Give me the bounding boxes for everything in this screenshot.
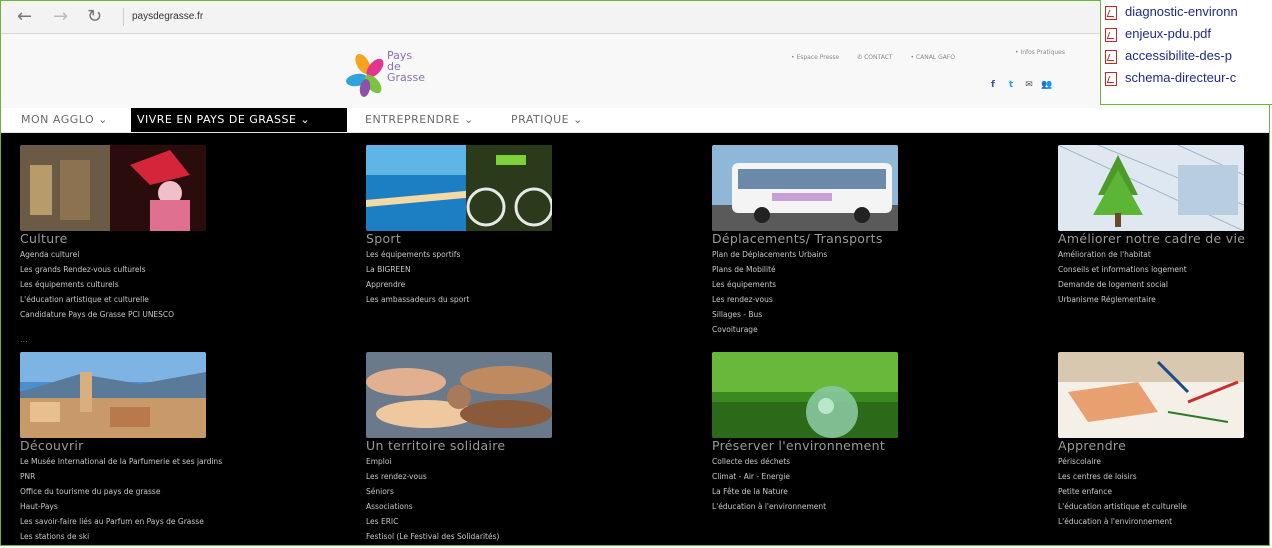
category-title-environnement[interactable]: Préserver l'environnement	[712, 438, 885, 453]
solidaire-image[interactable]	[366, 352, 552, 438]
menu-link[interactable]: L'éducation artistique et culturelle	[20, 292, 174, 307]
nav-entreprendre[interactable]: ENTREPRENDRE ⌄	[357, 108, 482, 132]
menu-link[interactable]: Plan de Déplacements Urbains	[712, 247, 827, 262]
pdf-icon	[1105, 6, 1117, 20]
menu-link[interactable]: Les centres de loisirs	[1058, 469, 1187, 484]
environnement-links: Collecte des déchets Climat - Air - Ener…	[712, 454, 826, 514]
menu-link[interactable]: Séniors	[366, 484, 499, 499]
menu-link[interactable]: Haut-Pays	[20, 499, 222, 514]
twitter-icon[interactable]: t	[1005, 79, 1017, 91]
menu-link[interactable]: Le Musée International de la Parfumerie …	[20, 454, 222, 469]
category-title-sport[interactable]: Sport	[366, 231, 401, 246]
transports-links: Plan de Déplacements Urbains Plans de Mo…	[712, 247, 827, 337]
infos-pratiques-link[interactable]: • Infos Pratiques	[1015, 49, 1065, 56]
decouvrir-links: Le Musée International de la Parfumerie …	[20, 454, 222, 544]
menu-link[interactable]: Les grands Rendez-vous culturels	[20, 262, 174, 277]
menu-link[interactable]: Candidature Pays de Grasse PCI UNESCO	[20, 307, 174, 322]
pdf-icon	[1105, 72, 1117, 86]
cadre-de-vie-links: Amélioration de l'habitat Conseils et in…	[1058, 247, 1187, 307]
contact-link[interactable]: ✆ CONTACT	[857, 54, 892, 61]
mega-menu: Culture Agenda culturel Les grands Rende…	[1, 133, 1269, 545]
menu-link[interactable]: Les ERIC	[366, 514, 499, 529]
menu-link[interactable]: Climat - Air - Energie	[712, 469, 826, 484]
category-title-solidaire[interactable]: Un territoire solidaire	[366, 438, 505, 453]
menu-link[interactable]: Plans de Mobilité	[712, 262, 827, 277]
culture-links: Agenda culturel Les grands Rendez-vous c…	[20, 247, 174, 322]
press-link[interactable]: • Espace Presse	[791, 54, 839, 61]
nav-vivre-en-pays-de-grasse[interactable]: VIVRE EN PAYS DE GRASSE ⌄	[131, 108, 347, 132]
pdf-icon	[1105, 50, 1117, 64]
menu-link[interactable]: Les ambassadeurs du sport	[366, 292, 469, 307]
menu-link[interactable]: Périscolaire	[1058, 454, 1187, 469]
reload-icon[interactable]: ↻	[87, 6, 102, 28]
menu-link[interactable]: Collecte des déchets	[712, 454, 826, 469]
menu-link[interactable]: Conseils et informations logement	[1058, 262, 1187, 277]
pdf-file-link[interactable]: enjeux-pdu.pdf	[1125, 26, 1211, 41]
top-links: • Espace Presse ✆ CONTACT • CANAL GAFO	[791, 54, 971, 61]
menu-link[interactable]: Agenda culturel	[20, 247, 174, 262]
canal-link[interactable]: • CANAL GAFO	[910, 54, 955, 61]
logo-wordmark: Pays de Grasse	[387, 49, 426, 84]
menu-link[interactable]: La BIGREEN	[366, 262, 469, 277]
menu-link[interactable]: Les savoir-faire liés au Parfum en Pays …	[20, 514, 222, 529]
menu-link[interactable]: L'éducation artistique et culturelle	[1058, 499, 1187, 514]
culture-image[interactable]	[20, 145, 206, 231]
category-title-transports[interactable]: Déplacements/ Transports	[712, 231, 883, 246]
site-header: Pays de Grasse • Espace Presse ✆ CONTACT…	[1, 34, 1269, 108]
menu-link[interactable]: L'éducation à l'environnement	[712, 499, 826, 514]
menu-link[interactable]: Petite enfance	[1058, 484, 1187, 499]
pdf-file-link[interactable]: diagnostic-environn	[1125, 4, 1238, 19]
category-title-culture[interactable]: Culture	[20, 231, 68, 246]
sport-image[interactable]	[366, 145, 552, 231]
category-title-cadre-de-vie[interactable]: Améliorer notre cadre de vie	[1058, 231, 1245, 246]
facebook-icon[interactable]: f	[987, 79, 999, 91]
menu-link[interactable]: Apprendre	[366, 277, 469, 292]
menu-link[interactable]: Les rendez-vous	[712, 292, 827, 307]
forward-icon[interactable]: →	[53, 6, 68, 28]
cadre-de-vie-image[interactable]	[1058, 145, 1244, 231]
menu-link[interactable]: L'éducation à l'environnement	[1058, 514, 1187, 529]
environnement-image[interactable]	[712, 352, 898, 438]
menu-link[interactable]: Les stations de ski	[20, 529, 222, 544]
nav-mon-agglo[interactable]: MON AGGLO ⌄	[13, 108, 116, 132]
people-icon[interactable]: 👥	[1041, 79, 1053, 91]
social-links: f t ✉ 👥	[987, 79, 1053, 91]
pdf-file-link[interactable]: accessibilite-des-p	[1125, 48, 1232, 63]
menu-link[interactable]: Festisol (Le Festival des Solidarités)	[366, 529, 499, 544]
transport-image[interactable]	[712, 145, 898, 231]
menu-link[interactable]: Les équipements culturels	[20, 277, 174, 292]
pdf-icon	[1105, 28, 1117, 42]
menu-link[interactable]: Associations	[366, 499, 499, 514]
menu-link[interactable]: Urbanisme Réglementaire	[1058, 292, 1187, 307]
menu-link[interactable]: Amélioration de l'habitat	[1058, 247, 1187, 262]
menu-link[interactable]: Sillages - Bus	[712, 307, 827, 322]
category-title-decouvrir[interactable]: Découvrir	[20, 438, 84, 453]
menu-link[interactable]: Les équipements	[712, 277, 827, 292]
pdf-file-link[interactable]: schema-directeur-c	[1125, 70, 1236, 85]
menu-link[interactable]: Les rendez-vous	[366, 469, 499, 484]
browser-toolbar: ← → ↻ paysdegrasse.fr	[1, 1, 1269, 34]
more-ellipsis: ...	[20, 335, 28, 344]
menu-link[interactable]: Demande de logement social	[1058, 277, 1187, 292]
nav-pratique[interactable]: PRATIQUE ⌄	[503, 108, 591, 132]
apprendre-image[interactable]	[1058, 352, 1244, 438]
apprendre-links: Périscolaire Les centres de loisirs Peti…	[1058, 454, 1187, 529]
back-icon[interactable]: ←	[17, 6, 32, 28]
address-bar[interactable]: paysdegrasse.fr	[123, 8, 203, 26]
menu-link[interactable]: Covoiturage	[712, 322, 827, 337]
pdf-file-list: diagnostic-environn enjeux-pdu.pdf acces…	[1100, 0, 1272, 105]
solidaire-links: Emploi Les rendez-vous Séniors Associati…	[366, 454, 499, 544]
menu-link[interactable]: La Fête de la Nature	[712, 484, 826, 499]
menu-link[interactable]: Emploi	[366, 454, 499, 469]
main-nav: MON AGGLO ⌄ VIVRE EN PAYS DE GRASSE ⌄ EN…	[1, 108, 1269, 133]
menu-link[interactable]: PNR	[20, 469, 222, 484]
sport-links: Les équipements sportifs La BIGREEN Appr…	[366, 247, 469, 307]
mail-icon[interactable]: ✉	[1023, 79, 1035, 91]
menu-link[interactable]: Les équipements sportifs	[366, 247, 469, 262]
menu-link[interactable]: Office du tourisme du pays de grasse	[20, 484, 222, 499]
category-title-apprendre[interactable]: Apprendre	[1058, 438, 1126, 453]
decouvrir-image[interactable]	[20, 352, 206, 438]
